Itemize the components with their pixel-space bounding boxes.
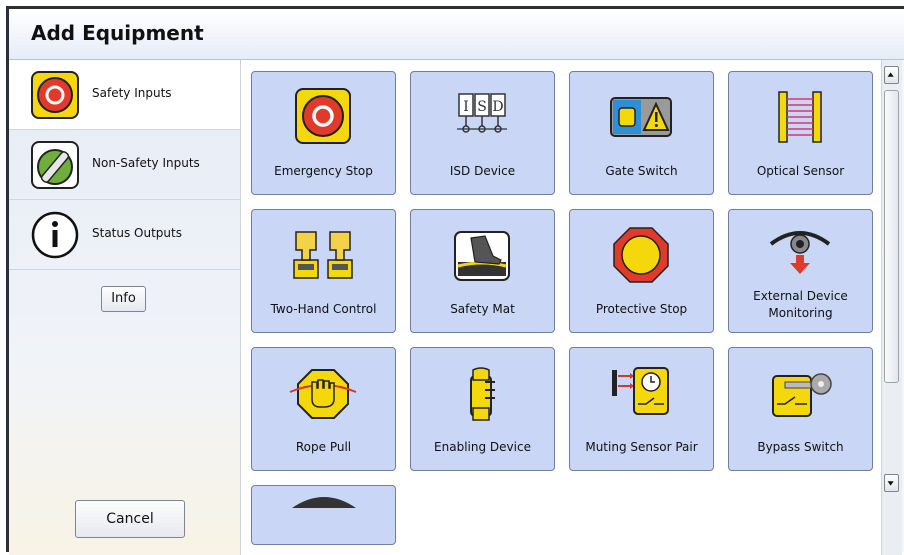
arrow-down-icon: [887, 481, 894, 486]
tile-bypass-switch[interactable]: Bypass Switch: [728, 347, 873, 471]
selector-switch-icon: [31, 141, 79, 189]
two-hand-control-icon: [293, 231, 353, 279]
tile-label: Bypass Switch: [757, 440, 844, 454]
scrollbar-thumb[interactable]: [884, 90, 899, 383]
svg-text:D: D: [492, 99, 503, 115]
tile-rope-pull[interactable]: Rope Pull: [251, 347, 396, 471]
emergency-stop-icon: [31, 71, 79, 119]
sidebar-item-label: Status Outputs: [92, 226, 182, 240]
partial-icon: [292, 497, 356, 508]
optical-sensor-icon: [778, 91, 822, 143]
enabling-device-icon: [470, 367, 495, 421]
title-bar: Add Equipment: [9, 9, 904, 60]
tile-label: Optical Sensor: [756, 164, 845, 178]
svg-text:S: S: [477, 99, 487, 115]
info-circle-icon: [31, 211, 79, 259]
muting-sensor-icon: [612, 367, 669, 415]
tile-protective-stop[interactable]: Protective Stop: [569, 209, 714, 333]
cancel-button[interactable]: Cancel: [75, 500, 185, 538]
safety-mat-icon: [454, 231, 510, 281]
tile-muting-sensor-pair[interactable]: Muting Sensor Pair: [569, 347, 714, 471]
gate-switch-icon: [610, 97, 672, 137]
tile-label: External Device Monitoring: [753, 289, 848, 320]
scroll-up-button[interactable]: [884, 66, 899, 84]
tile-safety-mat[interactable]: Safety Mat: [410, 209, 555, 333]
tile-label: Gate Switch: [605, 164, 678, 178]
tile-optical-sensor[interactable]: Optical Sensor: [728, 71, 873, 195]
tile-label: Emergency Stop: [274, 164, 373, 178]
isd-device-icon: I S D: [457, 93, 507, 133]
tile-partial[interactable]: [251, 485, 396, 545]
tile-two-hand-control[interactable]: Two-Hand Control: [251, 209, 396, 333]
arrow-up-icon: [887, 72, 894, 77]
sidebar-item-label: Safety Inputs: [92, 86, 172, 100]
rope-pull-icon: [289, 369, 357, 419]
protective-stop-icon: [613, 227, 669, 283]
tile-gate-switch[interactable]: Gate Switch: [569, 71, 714, 195]
equipment-grid: Emergency Stop I S D ISD Device Gate Swi…: [241, 60, 881, 555]
sidebar-item-label: Non-Safety Inputs: [92, 156, 200, 170]
eye-monitoring-icon: [769, 231, 831, 274]
tile-isd-device[interactable]: I S D ISD Device: [410, 71, 555, 195]
tile-label: Two-Hand Control: [270, 302, 377, 316]
tile-label: Safety Mat: [450, 302, 515, 316]
svg-text:I: I: [463, 99, 469, 115]
scroll-down-button[interactable]: [884, 474, 899, 492]
sidebar-item-status-outputs[interactable]: Status Outputs: [9, 200, 240, 270]
add-equipment-window: Add Equipment Safety Inputs Non-Safety I…: [6, 6, 904, 555]
vertical-scrollbar[interactable]: [881, 60, 902, 555]
category-sidebar: Safety Inputs Non-Safety Inputs Status O…: [9, 60, 241, 555]
info-button[interactable]: Info: [101, 286, 146, 312]
tile-emergency-stop[interactable]: Emergency Stop: [251, 71, 396, 195]
tile-label: ISD Device: [449, 164, 516, 178]
tile-label: Rope Pull: [295, 440, 352, 454]
tile-label: Protective Stop: [595, 302, 688, 316]
tile-external-device-monitoring[interactable]: External Device Monitoring: [728, 209, 873, 333]
tile-label: Muting Sensor Pair: [585, 440, 698, 454]
tile-label: Enabling Device: [434, 440, 531, 454]
sidebar-item-safety-inputs[interactable]: Safety Inputs: [9, 60, 240, 130]
tile-enabling-device[interactable]: Enabling Device: [410, 347, 555, 471]
window-title: Add Equipment: [31, 21, 204, 45]
bypass-switch-icon: [772, 373, 832, 417]
emergency-stop-icon: [295, 88, 351, 144]
sidebar-item-non-safety-inputs[interactable]: Non-Safety Inputs: [9, 130, 240, 200]
